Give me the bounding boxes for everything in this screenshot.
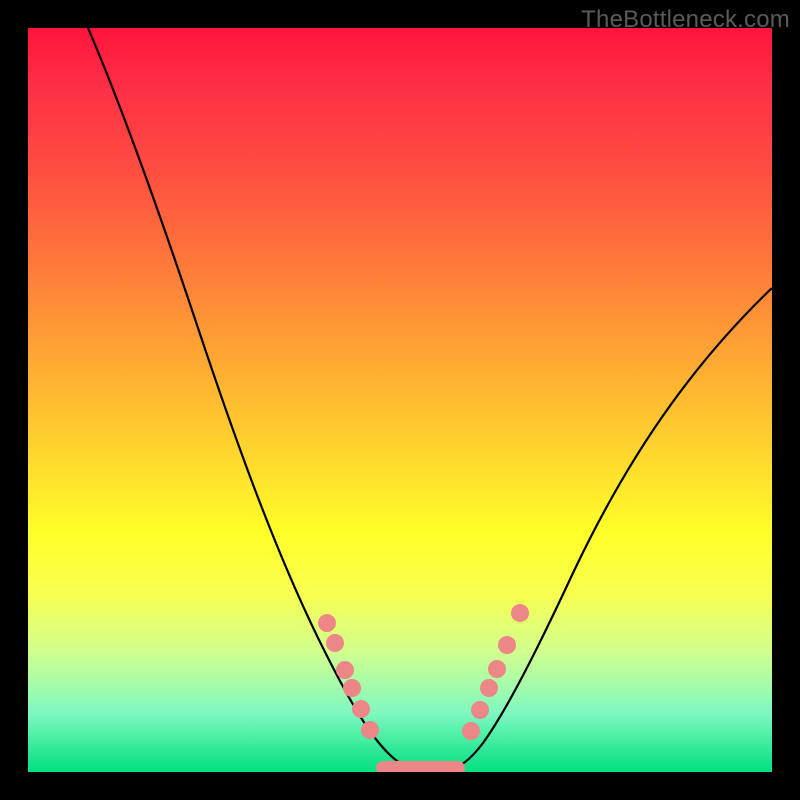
curve-marker: [462, 722, 480, 740]
bottleneck-curve: [88, 28, 772, 770]
curve-marker: [343, 679, 361, 697]
chart-container: TheBottleneck.com: [0, 0, 800, 800]
curve-marker: [498, 636, 516, 654]
curve-marker: [511, 604, 529, 622]
curve-marker: [488, 660, 506, 678]
curve-marker: [471, 701, 489, 719]
curve-marker: [480, 679, 498, 697]
curve-marker: [318, 614, 336, 632]
curve-svg: [28, 28, 772, 772]
curve-marker: [326, 634, 344, 652]
curve-marker: [336, 661, 354, 679]
curve-marker: [361, 721, 379, 739]
watermark-text: TheBottleneck.com: [581, 6, 790, 34]
curve-marker: [352, 700, 370, 718]
plot-area: [28, 28, 772, 772]
